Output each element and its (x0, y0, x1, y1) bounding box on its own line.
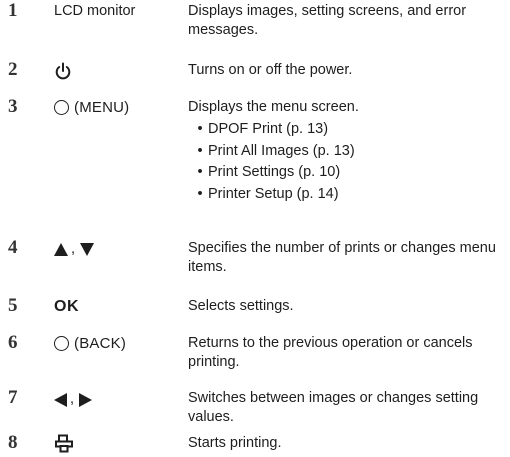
item-number: 8 (8, 432, 18, 453)
control-description: Selects settings. (188, 298, 294, 314)
list-item: • Print All Images (p. 13) (197, 142, 355, 159)
up-triangle-icon (54, 243, 68, 256)
item-number: 1 (8, 0, 18, 21)
print-icon (54, 434, 74, 453)
control-label: LCD monitor (54, 3, 136, 19)
control-description: Turns on or off the power. (188, 62, 353, 78)
separator-comma: , (71, 241, 76, 257)
back-button-label: (BACK) (54, 334, 126, 354)
menu-button-label: (MENU) (54, 98, 129, 118)
list-item: • DPOF Print (p. 13) (197, 121, 329, 137)
power-icon (54, 62, 72, 81)
up-down-buttons: , (54, 240, 95, 259)
item-number: 6 (8, 332, 18, 353)
control-description: Displays images, setting screens, and er… (188, 3, 467, 38)
item-number: 2 (8, 59, 18, 80)
control-label: (MENU) (74, 99, 130, 116)
control-description: Switches between images or changes setti… (188, 390, 479, 425)
right-triangle-icon (79, 392, 93, 407)
control-description: Starts printing. (188, 435, 282, 451)
list-item: • Print Settings (p. 10) (197, 164, 341, 180)
list-item: • Printer Setup (p. 14) (197, 185, 339, 202)
control-label: (BACK) (74, 335, 127, 352)
control-description: Specifies the number of prints or change… (188, 240, 496, 275)
circle-button-icon (54, 100, 69, 115)
left-triangle-icon (54, 392, 67, 407)
item-number: 3 (8, 96, 18, 117)
left-right-buttons: , (54, 390, 93, 409)
item-number: 5 (8, 295, 18, 316)
separator-comma: , (70, 391, 75, 407)
control-description: Returns to the previous operation or can… (188, 335, 473, 370)
down-triangle-icon (80, 243, 95, 256)
item-number: 7 (8, 387, 18, 408)
ok-button-label: OK (54, 298, 79, 315)
control-description: Displays the menu screen. • DPOF Print (p… (188, 98, 506, 205)
circle-button-icon (54, 336, 69, 351)
menu-options-list: • DPOF Print (p. 13) • Print All Images (p… (192, 119, 506, 205)
item-number: 4 (8, 237, 18, 258)
description-text: Displays the menu screen. (188, 99, 359, 115)
